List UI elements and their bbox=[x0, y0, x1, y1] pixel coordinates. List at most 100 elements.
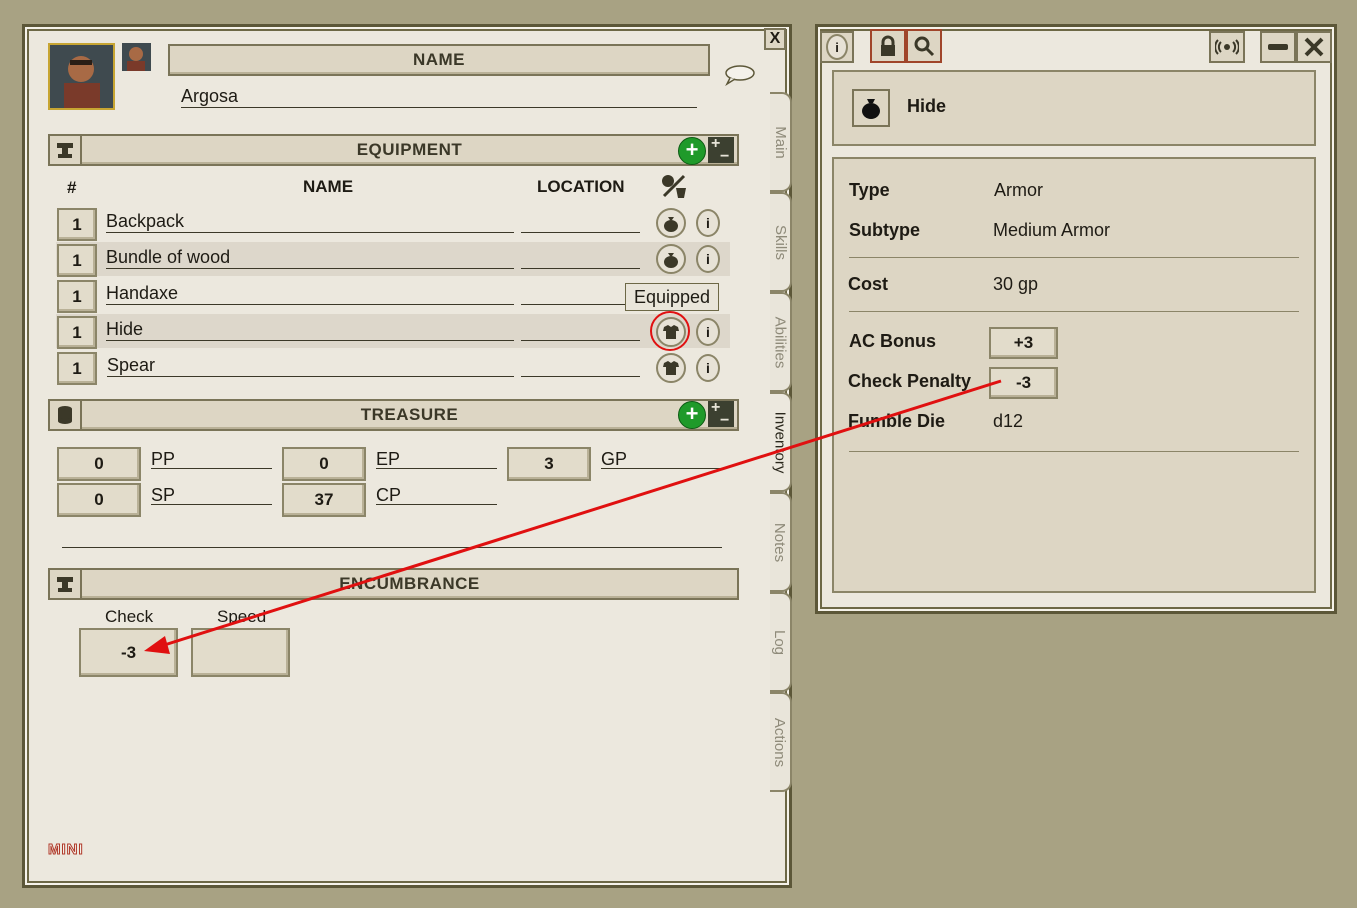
tab-log[interactable]: Log bbox=[770, 592, 792, 692]
tab-main[interactable]: Main bbox=[770, 92, 792, 192]
bag-icon bbox=[862, 99, 880, 119]
type-value[interactable]: Armor bbox=[994, 180, 1043, 201]
mini-logo: MINI bbox=[48, 841, 84, 859]
item-icon-frame bbox=[852, 89, 890, 127]
carried-toggle[interactable] bbox=[656, 208, 686, 238]
coin-cp-label: CP bbox=[376, 485, 497, 505]
close-item-button[interactable] bbox=[1296, 31, 1332, 63]
equipment-section-icon bbox=[48, 134, 82, 166]
token-image[interactable] bbox=[122, 43, 151, 71]
add-equipment-button[interactable]: + bbox=[678, 137, 706, 165]
lock-icon bbox=[881, 35, 895, 56]
item-qty[interactable]: 1 bbox=[57, 316, 97, 349]
coin-sp-value[interactable]: 0 bbox=[57, 483, 141, 517]
edit-equipment-button[interactable]: + − bbox=[708, 135, 734, 165]
lock-button[interactable] bbox=[870, 29, 906, 63]
divider bbox=[849, 257, 1299, 258]
anvil-icon bbox=[57, 577, 73, 592]
check-penalty-label: Check Penalty bbox=[848, 371, 972, 391]
item-title[interactable]: Hide bbox=[907, 96, 946, 117]
type-label: Type bbox=[849, 180, 890, 200]
tab-abilities[interactable]: Abilities bbox=[770, 292, 792, 392]
edit-treasure-button[interactable]: + − bbox=[708, 399, 734, 429]
coin-cp-value[interactable]: 37 bbox=[282, 483, 366, 517]
item-name[interactable]: Backpack bbox=[106, 211, 514, 233]
carried-toggle[interactable] bbox=[656, 244, 686, 274]
info-icon: i bbox=[706, 324, 710, 340]
item-name[interactable]: Bundle of wood bbox=[106, 247, 514, 269]
encumbrance-section-icon bbox=[48, 568, 82, 600]
fumble-die-label: Fumble Die bbox=[848, 411, 946, 431]
item-name[interactable]: Handaxe bbox=[106, 283, 514, 305]
tab-actions[interactable]: Actions bbox=[770, 692, 792, 792]
token-face bbox=[127, 47, 145, 71]
coin-pp-value[interactable]: 0 bbox=[57, 447, 141, 481]
item-info-tab-button[interactable]: i bbox=[820, 31, 854, 63]
cost-value[interactable]: 30 gp bbox=[993, 274, 1038, 295]
edit-list-icon: + − bbox=[711, 399, 730, 429]
minimize-button[interactable] bbox=[1260, 31, 1296, 63]
fumble-die-value[interactable]: d12 bbox=[993, 411, 1023, 432]
close-button[interactable]: X bbox=[764, 28, 786, 50]
bag-icon bbox=[664, 253, 678, 268]
item-location[interactable] bbox=[521, 319, 640, 341]
coins-icon bbox=[58, 406, 72, 424]
col-header-number: # bbox=[67, 178, 77, 197]
edit-list-icon: + − bbox=[711, 135, 730, 165]
encumbrance-header: ENCUMBRANCE bbox=[80, 568, 739, 600]
broadcast-icon bbox=[1215, 39, 1239, 55]
item-info-button[interactable]: i bbox=[696, 354, 720, 382]
plus-icon: + bbox=[685, 401, 699, 426]
tab-inventory[interactable]: Inventory bbox=[770, 392, 792, 492]
divider bbox=[849, 451, 1299, 452]
equipped-toggle[interactable] bbox=[656, 353, 686, 383]
item-qty[interactable]: 1 bbox=[57, 352, 97, 385]
portrait[interactable] bbox=[48, 43, 115, 110]
check-penalty-field[interactable]: -3 bbox=[79, 628, 178, 677]
item-location[interactable] bbox=[521, 283, 640, 305]
coin-gp-label: GP bbox=[601, 449, 721, 469]
carried-status-header-icon bbox=[662, 174, 686, 198]
bag-icon bbox=[664, 217, 678, 232]
item-info-button[interactable]: i bbox=[696, 209, 720, 237]
item-location[interactable] bbox=[521, 211, 640, 233]
close-icon bbox=[1304, 37, 1324, 57]
item-location[interactable] bbox=[521, 355, 640, 377]
subtype-value[interactable]: Medium Armor bbox=[993, 220, 1110, 241]
item-info-button[interactable]: i bbox=[696, 245, 720, 273]
check-penalty-value[interactable]: -3 bbox=[989, 367, 1058, 399]
item-name[interactable]: Spear bbox=[107, 355, 514, 377]
col-header-name[interactable]: NAME bbox=[303, 177, 353, 197]
coin-gp-value[interactable]: 3 bbox=[507, 447, 591, 481]
ac-bonus-field[interactable]: +3 bbox=[989, 327, 1058, 359]
annotation-circle bbox=[650, 311, 690, 351]
coin-sp-label: SP bbox=[151, 485, 272, 505]
tab-skills[interactable]: Skills bbox=[770, 192, 792, 292]
item-info-button[interactable]: i bbox=[696, 318, 720, 346]
portrait-image bbox=[50, 45, 113, 108]
coin-ep-label: EP bbox=[376, 449, 497, 469]
shirt-icon bbox=[663, 361, 679, 375]
col-header-location[interactable]: LOCATION bbox=[537, 177, 625, 197]
item-qty[interactable]: 1 bbox=[57, 208, 97, 241]
search-button[interactable] bbox=[906, 29, 942, 63]
add-treasure-button[interactable]: + bbox=[678, 401, 706, 429]
item-name[interactable]: Hide bbox=[106, 319, 514, 341]
item-title-box bbox=[832, 70, 1316, 146]
tab-notes[interactable]: Notes bbox=[770, 492, 792, 592]
share-button[interactable] bbox=[1209, 31, 1245, 63]
ac-bonus-label: AC Bonus bbox=[849, 331, 936, 351]
item-location[interactable] bbox=[521, 247, 640, 269]
speed-label: Speed bbox=[217, 607, 267, 626]
character-name-field[interactable]: Argosa bbox=[181, 86, 697, 108]
info-icon: i bbox=[706, 360, 710, 376]
item-qty[interactable]: 1 bbox=[57, 280, 97, 313]
divider bbox=[849, 311, 1299, 312]
minimize-icon bbox=[1268, 44, 1288, 50]
cost-label: Cost bbox=[848, 274, 888, 294]
treasure-header: TREASURE bbox=[80, 399, 739, 431]
coin-ep-value[interactable]: 0 bbox=[282, 447, 366, 481]
chat-bubble-icon[interactable] bbox=[724, 64, 756, 86]
item-qty[interactable]: 1 bbox=[57, 244, 97, 277]
speed-field[interactable] bbox=[191, 628, 290, 677]
